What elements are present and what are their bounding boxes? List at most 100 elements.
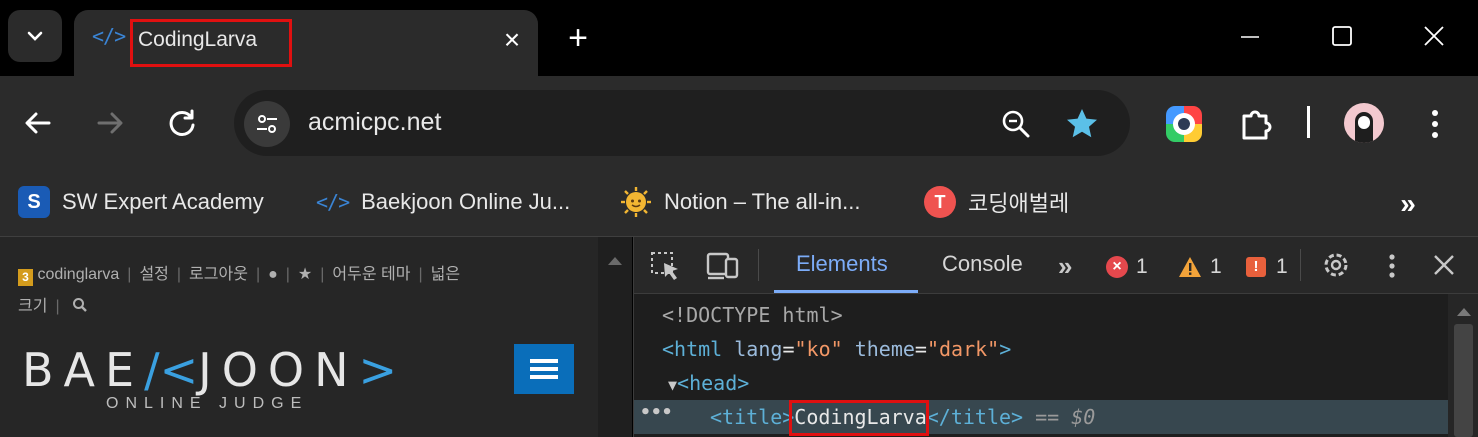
forward-button[interactable] (88, 101, 132, 145)
bookmark-coding-larva[interactable]: T 코딩애벌레 (924, 180, 1069, 224)
expand-triangle-icon[interactable]: ▼ (668, 376, 677, 394)
tag-text: <html (662, 337, 723, 361)
logo-subtitle: ONLINE JUDGE (106, 395, 309, 412)
tab-console[interactable]: Console (942, 251, 1023, 277)
issue-icon: ! (1246, 257, 1266, 277)
chevron-down-icon (27, 31, 43, 41)
window-close-icon[interactable] (1414, 16, 1454, 56)
active-tab-indicator (774, 290, 918, 293)
web-page: 3 codinglarva | 설정 | 로그아웃 | ● | ★ | 어두운 테마 | 넓은 크기 | … (0, 237, 598, 437)
site-info-button[interactable] (244, 101, 290, 147)
menu-button[interactable] (514, 344, 574, 394)
attr-name: theme (854, 337, 915, 361)
zoom-icon[interactable] (1000, 108, 1032, 140)
star-icon[interactable]: ★ (298, 266, 312, 283)
settings-gear-icon[interactable] (1320, 249, 1352, 281)
issues-count[interactable]: ! 1 (1246, 255, 1288, 279)
error-count[interactable]: × 1 (1106, 255, 1148, 279)
nav-username[interactable]: codinglarva (37, 266, 119, 283)
bookmark-label: SW Expert Academy (62, 189, 264, 214)
site-logo[interactable]: BAE/<JOON> (22, 343, 407, 397)
toolbar-divider (758, 249, 759, 281)
user-nav: 3 codinglarva | 설정 | 로그아웃 | ● | ★ | 어두운 테마 | 넓은 크기 | (18, 266, 461, 315)
hamburger-icon (530, 359, 558, 379)
bookmark-label: 코딩애벌레 (968, 191, 1070, 216)
baekjoon-favicon-icon: </> (92, 24, 126, 48)
globe-icon[interactable]: ● (268, 266, 278, 283)
dom-node-html[interactable]: <html lang="ko" theme="dark"> (634, 332, 1476, 366)
new-tab-button[interactable]: + (558, 18, 598, 58)
extension-color-icon[interactable] (1166, 106, 1202, 142)
tag-text: > (999, 337, 1012, 361)
page-scrollbar[interactable] (598, 237, 632, 437)
customize-more-icon[interactable] (1382, 251, 1402, 281)
extensions-puzzle-icon[interactable] (1236, 104, 1276, 144)
doctype-text: <!DOCTYPE html> (662, 303, 843, 327)
highlight-box (130, 19, 292, 67)
back-button[interactable] (16, 101, 60, 145)
nav-wide-cont[interactable]: 크기 (18, 298, 47, 315)
inspect-element-icon[interactable] (650, 251, 682, 281)
attr-value: "ko" (794, 337, 843, 361)
attr-name: lang (734, 337, 783, 361)
bookmark-label: Notion – The all-in... (664, 189, 861, 214)
tab-strip: </> CodingLarva × + (0, 0, 1478, 76)
warning-icon (1179, 257, 1201, 277)
arrow-left-icon (25, 112, 51, 134)
attr-value: "dark" (926, 337, 1000, 361)
warning-count[interactable]: 1 (1178, 255, 1222, 279)
bookmark-sw-expert[interactable]: S SW Expert Academy (18, 180, 264, 224)
maximize-icon[interactable] (1322, 16, 1362, 56)
browser-toolbar: acmicpc.net (0, 76, 1478, 172)
dom-tree: <!DOCTYPE html> <html lang="ko" theme="d… (634, 294, 1478, 437)
bookmarks-bar: S SW Expert Academy </> Baekjoon Online … (0, 172, 1478, 237)
error-icon: × (1106, 256, 1128, 278)
issue-count-text: 1 (1276, 255, 1288, 278)
baekjoon-icon: </> (316, 190, 350, 214)
dom-node-head[interactable]: ▼<head> (634, 366, 1478, 400)
tag-text: <title> (710, 405, 795, 429)
devtools-panel: Elements Console » × 1 1 ! 1 <!DOCTYPE htm… (633, 237, 1478, 437)
bookmark-star-icon[interactable] (1064, 106, 1100, 142)
url-text[interactable]: acmicpc.net (308, 108, 441, 137)
tistory-icon: T (924, 186, 956, 218)
minimize-icon[interactable] (1230, 16, 1270, 56)
more-bookmarks-icon[interactable]: » (1390, 186, 1426, 222)
dom-node-doctype[interactable]: <!DOCTYPE html> (634, 298, 1476, 332)
devtools-close-icon[interactable] (1432, 253, 1456, 277)
notion-sun-icon (620, 186, 652, 218)
tab-search-button[interactable] (8, 10, 62, 62)
error-count-text: 1 (1136, 255, 1148, 278)
tab-elements[interactable]: Elements (796, 251, 888, 277)
nav-wide[interactable]: 넓은 (431, 266, 460, 283)
nav-logout[interactable]: 로그아웃 (189, 266, 248, 283)
tag-text: <head> (677, 371, 750, 395)
device-toolbar-icon[interactable] (706, 251, 740, 281)
tab-close-icon[interactable]: × (494, 22, 530, 58)
tune-icon (257, 115, 277, 133)
search-icon[interactable] (68, 298, 88, 315)
tier-badge-icon: 3 (18, 269, 33, 286)
tag-text: </title> (926, 405, 1024, 429)
more-tabs-icon[interactable]: » (1058, 251, 1072, 282)
more-vert-icon[interactable] (1420, 104, 1450, 144)
nav-settings[interactable]: 설정 (139, 266, 168, 283)
node-actions-ellipsis-icon[interactable]: ••• (640, 402, 673, 423)
reload-button[interactable] (160, 101, 204, 145)
devtools-scrollbar[interactable] (1448, 294, 1478, 437)
nav-dark-theme[interactable]: 어두운 테마 (332, 266, 410, 283)
logo-text: BAE (22, 343, 145, 397)
bookmark-baekjoon[interactable]: </> Baekjoon Online Ju... (316, 180, 570, 224)
logo-text: JOON (198, 343, 359, 397)
sw-academy-icon: S (18, 186, 50, 218)
address-bar[interactable]: acmicpc.net (234, 90, 1130, 156)
warning-count-text: 1 (1210, 255, 1222, 278)
dom-node-title-selected[interactable]: <title>CodingLarva</title> == $0 (634, 400, 1478, 434)
arrow-right-icon (97, 112, 123, 134)
toolbar-divider (1300, 249, 1301, 281)
reload-icon (169, 109, 195, 136)
bookmark-notion[interactable]: Notion – The all-in... (620, 180, 860, 224)
avatar[interactable] (1344, 103, 1384, 143)
devtools-toolbar: Elements Console » × 1 1 ! 1 (634, 237, 1478, 294)
bookmark-label: Baekjoon Online Ju... (361, 189, 571, 214)
